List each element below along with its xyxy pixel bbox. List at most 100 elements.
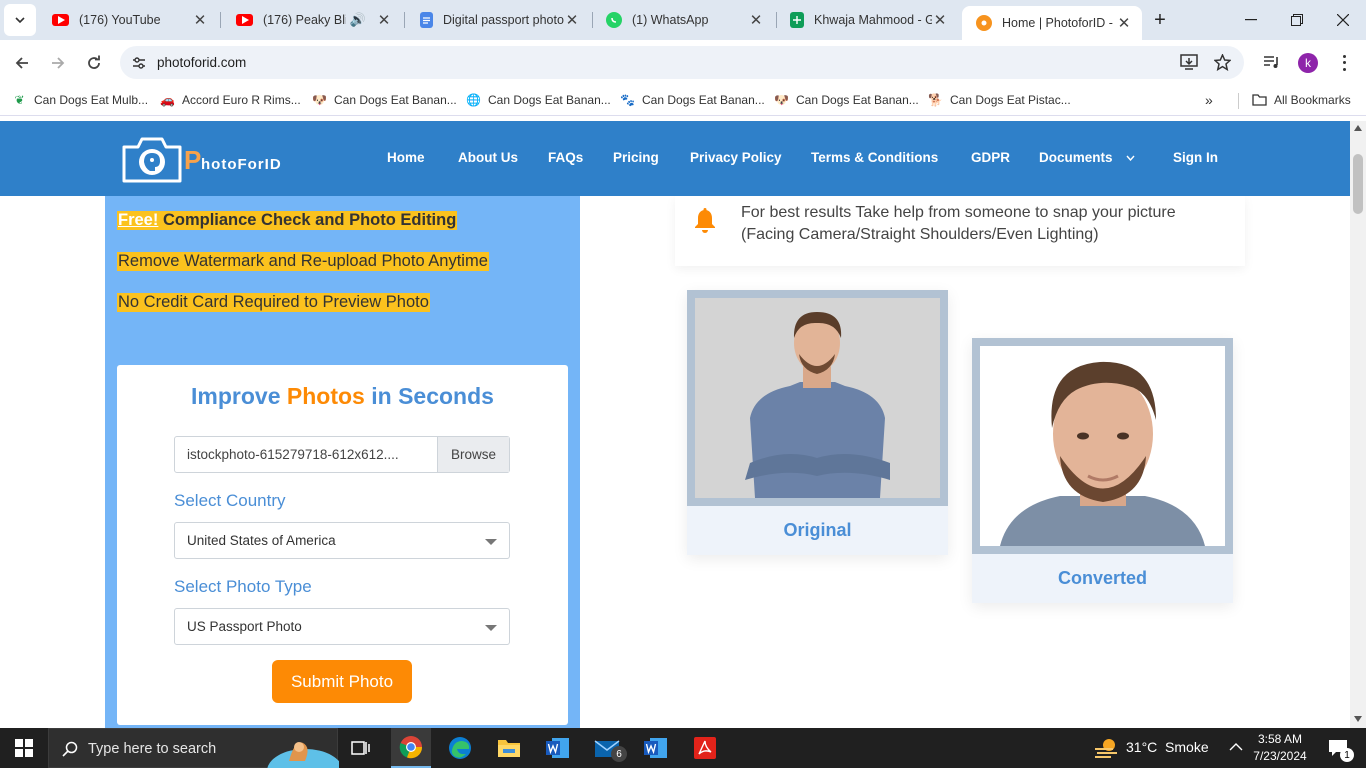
country-label: Select Country	[174, 491, 286, 510]
profile-avatar[interactable]: k	[1298, 53, 1318, 73]
bookmark-item[interactable]: 🐶 Can Dogs Eat Banan...	[774, 92, 919, 107]
google-docs-icon	[420, 12, 433, 28]
browse-button[interactable]: Browse	[437, 437, 509, 472]
taskbar-word[interactable]	[538, 728, 578, 768]
minimize-button[interactable]	[1228, 0, 1274, 40]
nav-gdpr[interactable]: GDPR	[971, 150, 1010, 165]
nav-terms-conditions[interactable]: Terms & Conditions	[811, 150, 938, 165]
bookmark-item[interactable]: 🐾 Can Dogs Eat Banan...	[620, 92, 765, 107]
paw-icon: 🐾	[620, 92, 635, 107]
nav-about-us[interactable]: About Us	[458, 150, 518, 165]
bookmark-item[interactable]: ❦ Can Dogs Eat Mulb...	[12, 92, 148, 107]
close-tab-icon[interactable]: ✕	[1116, 14, 1132, 32]
clock-time[interactable]: 3:58 AM	[1254, 732, 1306, 746]
reload-icon	[88, 55, 100, 69]
country-select[interactable]: United States of America	[174, 522, 510, 559]
bookmark-label: Can Dogs Eat Banan...	[796, 92, 919, 107]
restore-button[interactable]	[1274, 0, 1320, 40]
bookmarks-bar: ❦ Can Dogs Eat Mulb... 🚗 Accord Euro R Rim…	[0, 86, 1366, 116]
photo-type-label: Select Photo Type	[174, 577, 312, 596]
all-bookmarks-button[interactable]: All Bookmarks	[1252, 92, 1351, 107]
scrollbar-thumb[interactable]	[1353, 154, 1363, 214]
selected-file-name: istockphoto-615279718-612x612....	[187, 447, 399, 462]
tab-digital-passport-photo[interactable]: Digital passport photo ✕	[406, 0, 590, 40]
notification-center-button[interactable]: 1	[1318, 728, 1358, 768]
tab-search-button[interactable]	[4, 4, 36, 36]
weather-text[interactable]: 31°C Smoke	[1126, 739, 1209, 755]
address-bar[interactable]: photoforid.com	[120, 46, 1244, 79]
reload-button[interactable]	[79, 48, 109, 78]
tab-khwaja-mahmood[interactable]: Khwaja Mahmood - G ✕	[776, 0, 958, 40]
clock-date[interactable]: 7/23/2024	[1250, 749, 1310, 763]
browser-menu-button[interactable]	[1336, 53, 1352, 73]
photo-type-select[interactable]: US Passport Photo	[174, 608, 510, 645]
photoforid-favicon-icon	[976, 15, 992, 31]
speaker-icon[interactable]: 🔊	[350, 12, 366, 28]
bookmark-label: Can Dogs Eat Banan...	[642, 92, 765, 107]
new-tab-button[interactable]: +	[1144, 0, 1176, 40]
tab-title: Home | PhotoforID - I	[1002, 16, 1116, 30]
close-tab-icon[interactable]: ✕	[376, 11, 392, 29]
nav-sign-in[interactable]: Sign In	[1173, 150, 1218, 165]
bookmark-star-icon[interactable]	[1214, 54, 1231, 71]
nav-faqs[interactable]: FAQs	[548, 150, 583, 165]
bookmark-item[interactable]: 🐕 Can Dogs Eat Pistac...	[928, 92, 1071, 107]
bookmark-item[interactable]: 🌐 Can Dogs Eat Banan...	[466, 92, 611, 107]
taskbar-word-2[interactable]	[636, 728, 676, 768]
camera-logo-icon	[122, 137, 182, 183]
close-tab-icon[interactable]: ✕	[564, 11, 580, 29]
taskbar-search-box[interactable]: Type here to search	[48, 728, 339, 768]
feature-line-3: No Credit Card Required to Preview Photo	[117, 293, 430, 312]
arrow-left-icon	[15, 57, 28, 69]
chevron-up-icon[interactable]	[1229, 742, 1243, 752]
scroll-up-icon[interactable]	[1354, 125, 1362, 131]
close-tab-icon[interactable]: ✕	[192, 11, 208, 29]
weather-widget-icon[interactable]	[1090, 728, 1122, 768]
task-view-button[interactable]	[340, 728, 380, 768]
back-button[interactable]	[7, 48, 37, 78]
media-controls-icon[interactable]	[1263, 55, 1280, 70]
file-upload-input[interactable]: istockphoto-615279718-612x612.... Browse	[174, 436, 510, 473]
nav-pricing[interactable]: Pricing	[613, 150, 659, 165]
tab-photoforid[interactable]: Home | PhotoforID - I ✕	[962, 6, 1142, 40]
plus-icon: +	[1154, 8, 1166, 31]
start-button[interactable]	[0, 728, 48, 768]
nav-privacy-policy[interactable]: Privacy Policy	[690, 150, 782, 165]
page-scrollbar[interactable]	[1350, 121, 1366, 728]
more-bookmarks-button[interactable]: »	[1205, 92, 1213, 108]
tab-youtube[interactable]: (176) YouTube ✕	[38, 0, 218, 40]
search-placeholder: Type here to search	[88, 741, 217, 757]
chevron-down-icon[interactable]	[1126, 155, 1135, 161]
bookmark-item[interactable]: 🐶 Can Dogs Eat Banan...	[312, 92, 457, 107]
original-photo	[695, 298, 940, 498]
taskbar-file-explorer[interactable]	[489, 728, 529, 768]
dog-face-icon: 🐕	[928, 92, 943, 107]
tab-whatsapp[interactable]: (1) WhatsApp ✕	[592, 0, 774, 40]
taskbar-edge[interactable]	[440, 728, 480, 768]
chevron-down-icon	[485, 625, 497, 631]
car-icon: 🚗	[160, 92, 175, 107]
bookmark-item[interactable]: 🚗 Accord Euro R Rims...	[160, 92, 301, 107]
close-tab-icon[interactable]: ✕	[748, 11, 764, 29]
nav-home[interactable]: Home	[387, 150, 425, 165]
tab-peaky-blinders[interactable]: (176) Peaky Blinders 🔊 ✕	[222, 0, 402, 40]
tab-title: (176) Peaky Blinders	[263, 13, 346, 27]
close-window-button[interactable]	[1320, 0, 1366, 40]
browser-tab-strip: (176) YouTube ✕ (176) Peaky Blinders 🔊 ✕…	[0, 0, 1366, 40]
site-settings-icon[interactable]	[132, 56, 146, 70]
windows-taskbar: Type here to search 6 31°C Smoke 3:58 AM…	[0, 728, 1366, 768]
tab-title: Khwaja Mahmood - G	[814, 13, 932, 27]
forward-button[interactable]	[43, 48, 73, 78]
task-view-icon	[351, 741, 370, 755]
install-app-icon[interactable]	[1180, 54, 1198, 71]
taskbar-mail[interactable]: 6	[587, 728, 627, 768]
nav-documents[interactable]: Documents	[1039, 150, 1113, 165]
converted-photo	[980, 346, 1225, 546]
close-tab-icon[interactable]: ✕	[932, 11, 948, 29]
taskbar-acrobat[interactable]	[685, 728, 725, 768]
submit-photo-button[interactable]: Submit Photo	[272, 660, 412, 703]
photoforid-logo[interactable]: P hotoForID	[120, 133, 300, 185]
scroll-down-icon[interactable]	[1354, 716, 1362, 722]
taskbar-chrome[interactable]	[391, 728, 431, 768]
tab-title: (176) YouTube	[79, 13, 161, 27]
